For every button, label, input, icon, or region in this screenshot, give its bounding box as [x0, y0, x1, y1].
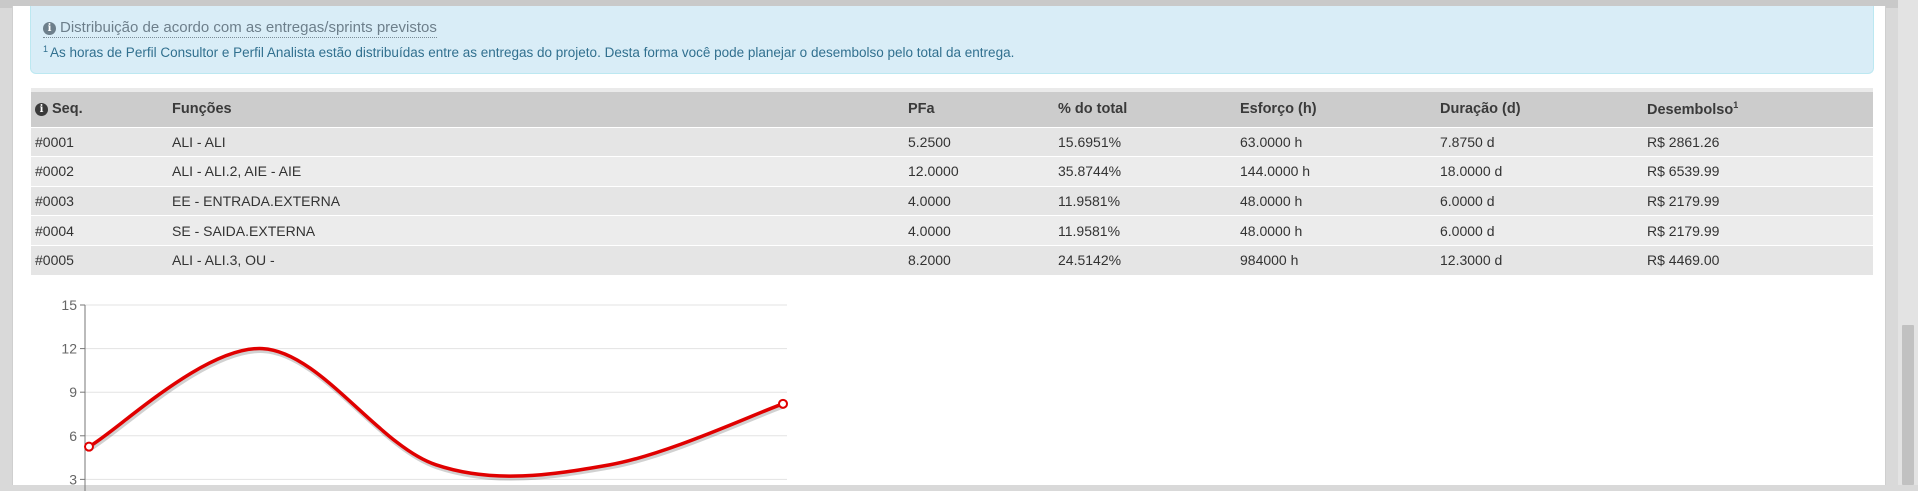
- cell-pfa: 8.2000: [908, 252, 951, 269]
- cell-pct: 11.9581%: [1058, 222, 1121, 239]
- cell-pfa: 4.0000: [908, 192, 951, 209]
- table-row: #0004 SE - SAIDA.EXTERNA 4.0000 11.9581%…: [31, 215, 1873, 246]
- table-row: #0003 EE - ENTRADA.EXTERNA 4.0000 11.958…: [31, 186, 1873, 216]
- col-header-duracao[interactable]: Duração (d): [1436, 90, 1643, 127]
- cell-seq: #0003: [35, 192, 74, 209]
- cell-duracao: 12.3000 d: [1440, 252, 1503, 269]
- cell-desembolso: R$ 2861.26: [1647, 133, 1720, 150]
- table-row: #0005 ALI - ALI.3, OU - 8.2000 24.5142% …: [31, 245, 1873, 275]
- delivery-table: i Seq. Funções PFa % do total Esforço (h)…: [31, 88, 1873, 275]
- cell-esforco: 63.0000 h: [1240, 133, 1303, 150]
- table-row: #0002 ALI - ALI.2, AIE - AIE 12.0000 35.…: [31, 156, 1873, 187]
- cell-funcoes: EE - ENTRADA.EXTERNA: [172, 192, 341, 209]
- col-header-funcoes[interactable]: Funções: [168, 90, 904, 127]
- y-tick-label: 15: [61, 297, 77, 313]
- col-header-desembolso[interactable]: Desembolso1: [1643, 90, 1873, 127]
- cell-funcoes: ALI - ALI: [172, 133, 226, 150]
- cell-pct: 35.8744%: [1058, 163, 1122, 180]
- vertical-scrollbar[interactable]: [1898, 0, 1918, 485]
- alert-title-text: Distribuição de acordo com as entregas/s…: [60, 19, 437, 36]
- cell-desembolso: R$ 6539.99: [1647, 163, 1720, 180]
- info-icon: i: [35, 103, 48, 117]
- col-header-pfa[interactable]: PFa: [904, 90, 1054, 127]
- cell-pct: 15.6951%: [1058, 133, 1122, 150]
- y-tick-label: 6: [69, 428, 77, 444]
- cell-pfa: 5.2500: [908, 133, 951, 150]
- y-tick-label: 9: [69, 384, 77, 400]
- cell-pfa: 4.0000: [908, 222, 951, 239]
- content-panel: i Distribuição de acordo com as entregas/…: [12, 6, 1886, 491]
- table-row: #0001 ALI - ALI 5.2500 15.6951% 63.0000 …: [31, 127, 1873, 157]
- cell-esforco: 48.0000 h: [1240, 222, 1303, 239]
- cell-desembolso: R$ 2179.99: [1647, 192, 1720, 209]
- cell-seq: #0004: [35, 222, 74, 239]
- cell-esforco: 48.0000 h: [1240, 192, 1303, 209]
- alert-title[interactable]: i Distribuição de acordo com as entregas/…: [43, 19, 437, 38]
- cell-seq: #0001: [35, 133, 74, 150]
- col-header-seq[interactable]: i Seq.: [31, 90, 168, 127]
- cell-seq: #0005: [35, 252, 74, 269]
- scrollbar-thumb[interactable]: [1902, 325, 1914, 485]
- cell-funcoes: ALI - ALI.3, OU -: [172, 252, 275, 269]
- col-header-pct[interactable]: % do total: [1054, 90, 1236, 127]
- table-header-row: i Seq. Funções PFa % do total Esforço (h)…: [31, 90, 1873, 127]
- cell-seq: #0002: [35, 163, 74, 180]
- alert-note: 1 As horas de Perfil Consultor e Perfil A…: [43, 44, 1014, 60]
- delivery-line-chart: 1512963: [61, 297, 788, 491]
- cell-funcoes: SE - SAIDA.EXTERNA: [172, 222, 316, 239]
- cell-duracao: 18.0000 d: [1440, 163, 1503, 180]
- cell-pct: 24.5142%: [1058, 252, 1122, 269]
- alert-note-text: As horas de Perfil Consultor e Perfil An…: [50, 45, 1015, 60]
- cell-esforco: 144.0000 h: [1240, 163, 1311, 180]
- series-line: [87, 346, 785, 478]
- y-tick-label: 12: [61, 341, 77, 357]
- cell-desembolso: R$ 4469.00: [1647, 252, 1720, 269]
- footnote-marker: 1: [43, 44, 49, 54]
- info-icon: i: [43, 22, 56, 35]
- cell-pct: 11.9581%: [1058, 192, 1121, 209]
- data-point: [778, 398, 788, 409]
- data-point: [84, 441, 94, 452]
- info-alert: i Distribuição de acordo com as entregas/…: [30, 6, 1874, 74]
- cell-pfa: 12.0000: [908, 163, 959, 180]
- col-header-esforco[interactable]: Esforço (h): [1236, 90, 1436, 127]
- cell-duracao: 7.8750 d: [1440, 133, 1495, 150]
- cell-desembolso: R$ 2179.99: [1647, 222, 1720, 239]
- cell-duracao: 6.0000 d: [1440, 192, 1495, 209]
- cell-funcoes: ALI - ALI.2, AIE - AIE: [172, 163, 302, 180]
- cell-esforco: 984000 h: [1240, 252, 1299, 269]
- cell-duracao: 6.0000 d: [1440, 222, 1495, 239]
